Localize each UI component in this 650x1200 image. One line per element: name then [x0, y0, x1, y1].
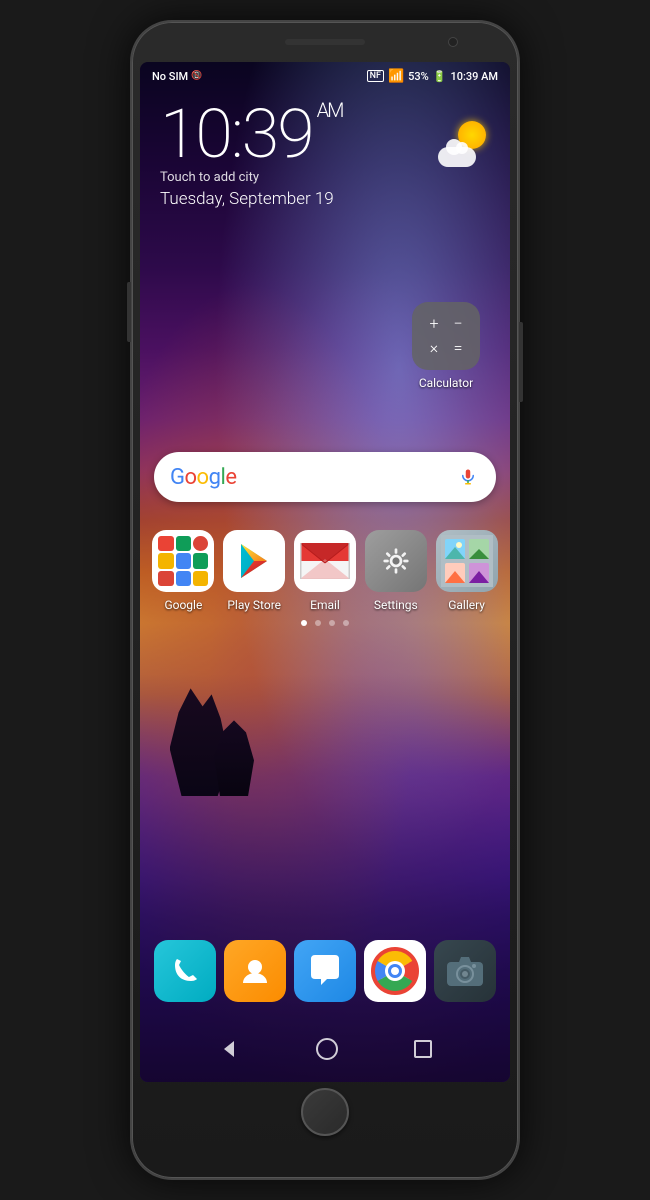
clock-widget[interactable]: 10:39AM Touch to add city Tuesday, Septe…	[160, 100, 342, 209]
page-dot-3[interactable]	[329, 620, 335, 626]
camera-icon	[434, 940, 496, 1002]
page-dots	[140, 620, 510, 626]
gf-gmail	[176, 536, 191, 551]
physical-home-button[interactable]	[301, 1088, 349, 1136]
google-e: e	[225, 465, 236, 490]
messages-svg	[305, 951, 345, 991]
phone-icon	[154, 940, 216, 1002]
google-g: G	[170, 465, 185, 490]
google-o2: o	[197, 465, 209, 490]
gf-item8	[176, 571, 191, 586]
dock-phone[interactable]	[152, 940, 218, 1002]
no-sim-label: No SIM	[152, 70, 188, 83]
calc-equals: =	[448, 338, 468, 358]
playstore-icon	[223, 530, 285, 592]
calculator-app[interactable]: + − × = Calculator	[412, 302, 480, 390]
gf-photos	[176, 553, 191, 568]
clock-time: 10:39AM	[160, 100, 342, 168]
contacts-svg	[237, 953, 273, 989]
dock-contacts[interactable]	[222, 940, 288, 1002]
gf-item9	[193, 571, 208, 586]
chrome-icon	[364, 940, 426, 1002]
app-item-settings[interactable]: Settings	[363, 530, 429, 612]
sim-icon: 📵	[191, 71, 202, 81]
phone-svg	[167, 953, 203, 989]
chrome-svg	[371, 947, 419, 995]
playstore-label: Play Store	[227, 598, 281, 612]
bottom-dock	[140, 940, 510, 1002]
google-folder-icon	[152, 530, 214, 592]
google-logo: Google	[170, 465, 456, 490]
weather-icon	[438, 117, 490, 169]
signal-icon: 📶	[388, 69, 404, 84]
front-camera	[448, 37, 458, 47]
gf-docs	[193, 553, 208, 568]
settings-icon	[365, 530, 427, 592]
clock-digits: 10:39	[160, 94, 313, 174]
dock-messages[interactable]	[292, 940, 358, 1002]
gf-youtube	[158, 536, 173, 551]
nav-bar	[140, 1038, 510, 1060]
home-circle-icon	[316, 1038, 338, 1060]
playstore-svg	[233, 540, 275, 582]
gf-drive	[158, 553, 173, 568]
gallery-svg	[441, 535, 493, 587]
battery-icon: 🔋	[433, 70, 447, 83]
google-g2: g	[209, 465, 221, 490]
phone-top-bar	[132, 22, 518, 62]
gallery-label: Gallery	[448, 598, 485, 612]
battery-percent: 53%	[408, 70, 429, 83]
status-bar: No SIM 📵 NF 📶 53% 🔋 10:39 AM	[140, 62, 510, 90]
phone-screen: No SIM 📵 NF 📶 53% 🔋 10:39 AM 10:39AM Tou…	[140, 62, 510, 1082]
mic-icon[interactable]	[456, 465, 480, 489]
cloud-icon	[438, 147, 476, 167]
app-row: Google	[140, 530, 510, 612]
app-item-email[interactable]: Email	[292, 530, 358, 612]
dock-chrome[interactable]	[362, 940, 428, 1002]
nfc-icon: NF	[367, 70, 384, 82]
weather-widget[interactable]	[438, 117, 490, 169]
clock-date: Tuesday, September 19	[160, 189, 342, 209]
messages-icon	[294, 940, 356, 1002]
google-o1: o	[185, 465, 197, 490]
phone-device: No SIM 📵 NF 📶 53% 🔋 10:39 AM 10:39AM Tou…	[130, 20, 520, 1180]
calc-plus: +	[424, 314, 444, 334]
phone-bottom-bar	[132, 1082, 518, 1142]
email-label: Email	[310, 598, 340, 612]
calc-multiply: ×	[424, 338, 444, 358]
google-folder-label: Google	[164, 598, 202, 612]
clock-ampm: AM	[317, 98, 343, 122]
calculator-label: Calculator	[419, 376, 473, 390]
camera-svg	[446, 954, 484, 988]
app-item-gallery[interactable]: Gallery	[434, 530, 500, 612]
dock-camera[interactable]	[432, 940, 498, 1002]
nav-home-button[interactable]	[316, 1038, 338, 1060]
calculator-icon: + − × =	[412, 302, 480, 370]
page-dot-1[interactable]	[301, 620, 307, 626]
page-dot-4[interactable]	[343, 620, 349, 626]
contacts-icon	[224, 940, 286, 1002]
app-item-google[interactable]: Google	[150, 530, 216, 612]
recents-square-icon	[414, 1040, 432, 1058]
clock-status: 10:39 AM	[450, 70, 498, 83]
status-right: NF 📶 53% 🔋 10:39 AM	[367, 69, 498, 84]
status-left: No SIM 📵	[152, 70, 202, 83]
gf-item7	[158, 571, 173, 586]
gf-maps	[193, 536, 208, 551]
email-svg	[300, 543, 350, 579]
nav-back-button[interactable]	[218, 1038, 240, 1060]
settings-label: Settings	[374, 598, 418, 612]
back-icon	[218, 1038, 240, 1060]
app-item-playstore[interactable]: Play Store	[221, 530, 287, 612]
settings-svg	[378, 543, 414, 579]
gallery-icon	[436, 530, 498, 592]
google-search-bar[interactable]: Google	[154, 452, 496, 502]
calc-minus: −	[448, 314, 468, 334]
email-icon	[294, 530, 356, 592]
nav-recents-button[interactable]	[414, 1040, 432, 1058]
clock-subtitle: Touch to add city	[160, 170, 342, 185]
page-dot-2[interactable]	[315, 620, 321, 626]
speaker-grille	[285, 39, 365, 45]
